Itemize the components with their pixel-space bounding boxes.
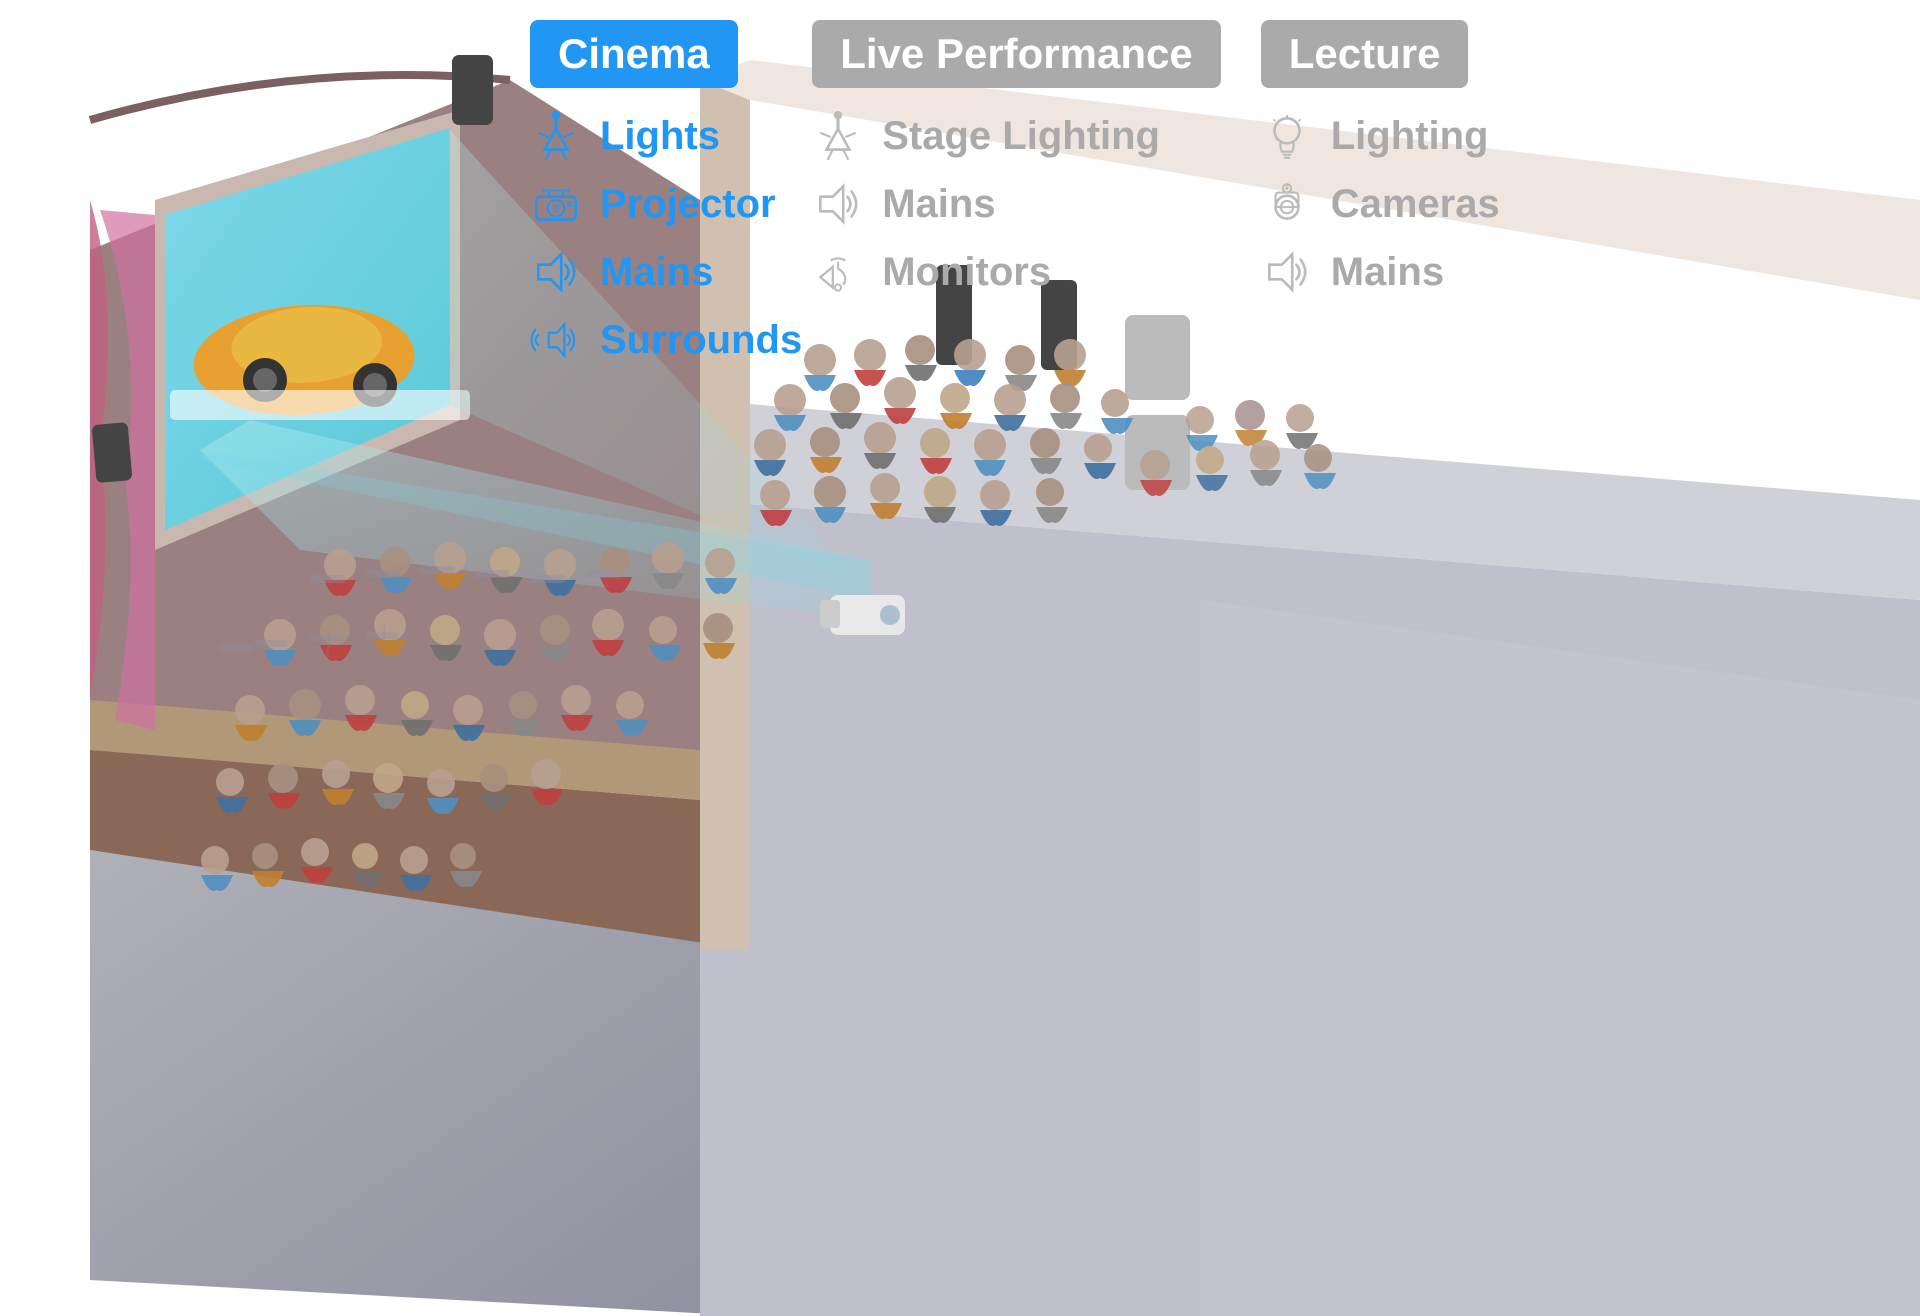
projector-icon: [530, 178, 582, 230]
live-stage-lighting-row[interactable]: Stage Lighting: [812, 106, 1221, 166]
cinema-items: Lights Projector: [530, 106, 802, 370]
cinema-mains-row[interactable]: Mains: [530, 242, 802, 302]
lecture-column: Lecture Lighting: [1261, 20, 1521, 360]
cinema-projector-label: Projector: [600, 182, 776, 227]
lecture-items: Lighting Cameras: [1261, 106, 1521, 302]
cinema-tab[interactable]: Cinema: [530, 20, 738, 88]
lecture-cameras-row[interactable]: Cameras: [1261, 174, 1521, 234]
bulb-gray-icon: [1261, 110, 1313, 162]
stage-light-gray-icon: [812, 110, 864, 162]
live-performance-column: Live Performance Stage Lighting: [812, 20, 1221, 360]
surround-speaker-icon: [530, 314, 582, 366]
live-mains-row[interactable]: Mains: [812, 174, 1221, 234]
monitor-gray-icon: [812, 246, 864, 298]
speaker-icon: [530, 246, 582, 298]
cinema-projector-row[interactable]: Projector: [530, 174, 802, 234]
live-monitors-row[interactable]: Monitors: [812, 242, 1221, 302]
lecture-lighting-label: Lighting: [1331, 114, 1489, 159]
lecture-cameras-label: Cameras: [1331, 182, 1500, 227]
lecture-mains-label: Mains: [1331, 250, 1444, 295]
cinema-lights-row[interactable]: Lights: [530, 106, 802, 166]
cinema-mains-label: Mains: [600, 250, 713, 295]
live-monitors-label: Monitors: [882, 250, 1051, 295]
lecture-speaker-gray-icon: [1261, 246, 1313, 298]
cinema-surrounds-label: Surrounds: [600, 318, 802, 363]
lecture-mains-row[interactable]: Mains: [1261, 242, 1521, 302]
category-panel: Cinema Lights: [490, 0, 1920, 380]
live-stage-lighting-label: Stage Lighting: [882, 114, 1160, 159]
cinema-column: Cinema Lights: [530, 20, 802, 360]
lecture-lighting-row[interactable]: Lighting: [1261, 106, 1521, 166]
lecture-tab[interactable]: Lecture: [1261, 20, 1469, 88]
cinema-lights-label: Lights: [600, 114, 720, 159]
speaker-gray-icon: [812, 178, 864, 230]
camera-gray-icon: [1261, 178, 1313, 230]
cinema-surrounds-row[interactable]: Surrounds: [530, 310, 802, 370]
live-performance-items: Stage Lighting Mains: [812, 106, 1221, 302]
live-mains-label: Mains: [882, 182, 995, 227]
stage-light-icon: [530, 110, 582, 162]
live-performance-tab[interactable]: Live Performance: [812, 20, 1221, 88]
